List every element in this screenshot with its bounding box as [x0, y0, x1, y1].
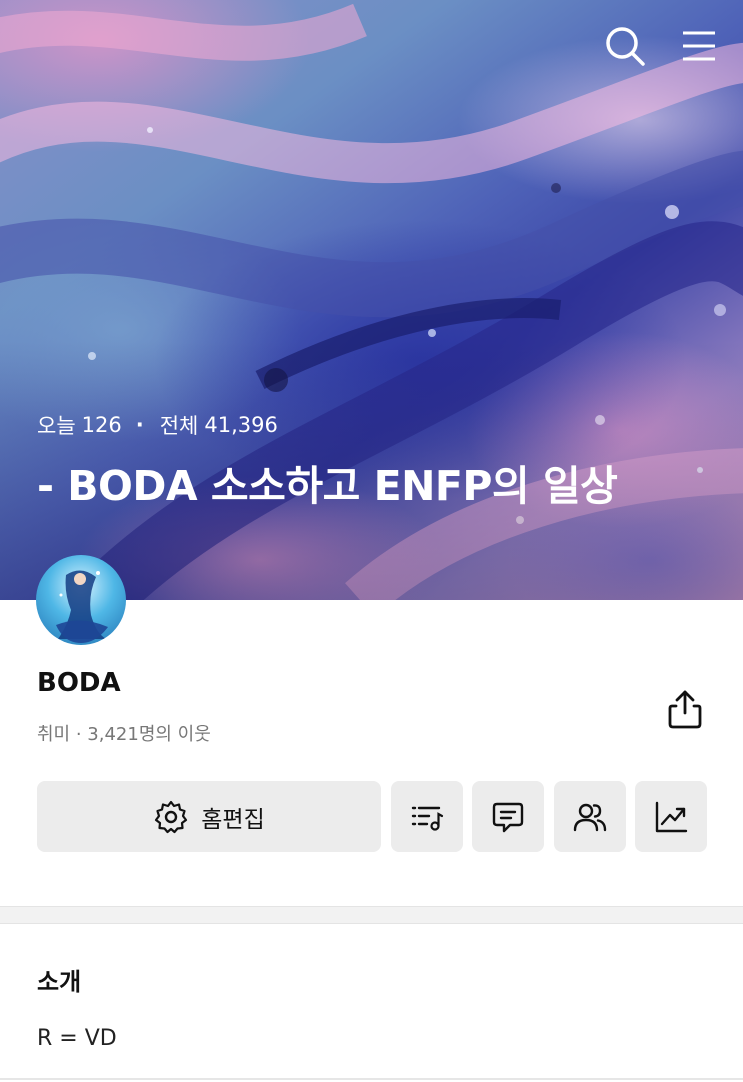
comment-button[interactable]: [472, 781, 544, 852]
total-label: 전체: [159, 414, 199, 438]
menu-icon[interactable]: [677, 24, 721, 68]
today-count: 126: [81, 413, 122, 437]
playlist-icon: [411, 806, 444, 831]
bottom-divider: [0, 1078, 743, 1080]
playlist-button[interactable]: [391, 781, 463, 852]
comment-icon: [492, 802, 524, 832]
stats-icon: [655, 801, 688, 832]
home-edit-button[interactable]: 홈편집: [37, 781, 381, 852]
neighbors-icon: [573, 803, 607, 831]
avatar-image: [56, 570, 108, 643]
share-icon[interactable]: [662, 686, 708, 732]
search-icon[interactable]: [603, 24, 647, 68]
neighbors-button[interactable]: [554, 781, 626, 852]
intro-text: R = VD: [37, 1026, 117, 1051]
intro-heading: 소개: [37, 968, 82, 996]
total-count: 41,396: [204, 413, 278, 437]
home-edit-label: 홈편집: [201, 806, 265, 833]
visitor-stats: 오늘 126 · 전체 41,396: [37, 410, 278, 440]
section-divider: [0, 906, 743, 924]
profile-name: BODA: [37, 668, 121, 698]
stats-button[interactable]: [635, 781, 707, 852]
profile-meta: 취미 · 3,421명의 이웃: [37, 724, 211, 745]
today-label: 오늘: [37, 414, 76, 438]
gear-icon: [155, 800, 188, 833]
blog-title: - BODA 소소하고 ENFP의 일상: [37, 462, 618, 510]
avatar[interactable]: [36, 555, 126, 645]
stats-separator: ·: [135, 413, 144, 437]
